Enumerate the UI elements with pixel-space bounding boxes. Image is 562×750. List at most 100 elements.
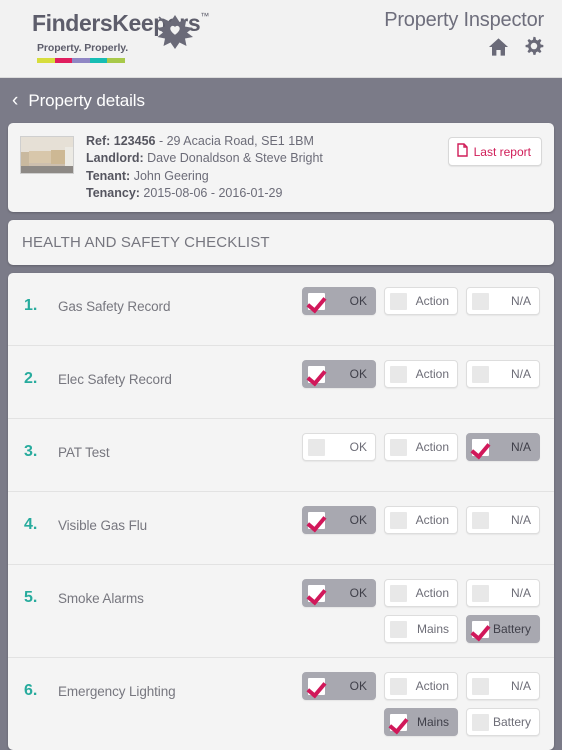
option-button-action[interactable]: Action <box>384 506 458 534</box>
option-button-ok[interactable]: OK <box>302 433 376 461</box>
option-button-n-a[interactable]: N/A <box>466 433 540 461</box>
checkbox-icon <box>390 292 407 310</box>
option-label: Mains <box>416 622 449 636</box>
chevron-left-icon[interactable]: ‹ <box>8 91 22 110</box>
checkmark-icon <box>390 713 407 731</box>
option-button-action[interactable]: Action <box>384 287 458 315</box>
checklist-option-group: OK Action N/A Mains Battery <box>302 579 540 643</box>
secondary-option-row: Mains Battery <box>384 615 540 643</box>
breadcrumb[interactable]: ‹ Property details <box>0 78 562 123</box>
checklist-row: 4. Visible Gas Flu OK Action N/A <box>8 492 554 565</box>
option-label: Action <box>415 367 449 381</box>
option-button-n-a[interactable]: N/A <box>466 579 540 607</box>
checkbox-icon <box>308 438 325 456</box>
option-label: N/A <box>510 367 531 381</box>
checkmark-icon <box>472 438 489 456</box>
app-header: FindersKeepers™ Property. Properly. Prop… <box>0 0 562 78</box>
color-swatch-1 <box>37 58 55 63</box>
flower-logo-icon <box>155 12 195 57</box>
gear-icon[interactable] <box>523 36 544 62</box>
option-label: OK <box>349 440 367 454</box>
checkmark-icon <box>308 584 325 602</box>
option-label: N/A <box>510 679 531 693</box>
checklist-row-number: 1. <box>24 297 38 314</box>
option-button-action[interactable]: Action <box>384 433 458 461</box>
checklist-row: 6. Emergency Lighting OK Action N/A Mains Batt… <box>8 658 554 750</box>
property-details: Ref: 123456 - 29 Acacia Road, SE1 1BM La… <box>86 133 323 202</box>
option-label: OK <box>349 367 367 381</box>
color-swatch-3 <box>72 58 90 63</box>
section-header-card: HEALTH AND SAFETY CHECKLIST <box>8 220 554 265</box>
checklist-option-group: OK Action N/A <box>302 506 540 534</box>
breadcrumb-label[interactable]: Property details <box>28 91 145 111</box>
option-button-action[interactable]: Action <box>384 360 458 388</box>
checklist-row-number: 3. <box>24 443 38 460</box>
option-button-n-a[interactable]: N/A <box>466 360 540 388</box>
checklist-card: 1. Gas Safety Record OK Action N/A 2. Elec Saf… <box>8 273 554 750</box>
option-label: OK <box>349 294 367 308</box>
option-button-mains[interactable]: Mains <box>384 708 458 736</box>
property-tenancy-line: Tenancy: 2015-08-06 - 2016-01-29 <box>86 185 323 202</box>
checklist-row: 2. Elec Safety Record OK Action N/A <box>8 346 554 419</box>
option-button-battery[interactable]: Battery <box>466 615 540 643</box>
option-button-ok[interactable]: OK <box>302 360 376 388</box>
option-button-battery[interactable]: Battery <box>466 708 540 736</box>
last-report-label: Last report <box>473 144 531 159</box>
checklist-row-label: Smoke Alarms <box>58 591 144 606</box>
option-label: Action <box>415 586 449 600</box>
checklist-row: 3. PAT Test OK Action N/A <box>8 419 554 492</box>
property-summary-card: Ref: 123456 - 29 Acacia Road, SE1 1BM La… <box>8 123 554 212</box>
option-button-n-a[interactable]: N/A <box>466 506 540 534</box>
option-button-ok[interactable]: OK <box>302 672 376 700</box>
option-label: Battery <box>492 715 531 729</box>
checkbox-icon <box>472 292 489 310</box>
checkbox-icon <box>472 511 489 529</box>
option-button-ok[interactable]: OK <box>302 579 376 607</box>
checklist-option-group: OK Action N/A <box>302 360 540 388</box>
option-button-ok[interactable]: OK <box>302 506 376 534</box>
checkbox-icon <box>390 438 407 456</box>
primary-option-row: OK Action N/A <box>302 506 540 534</box>
trademark-symbol: ™ <box>200 11 209 21</box>
checkbox-icon <box>390 511 407 529</box>
property-landlord-line: Landlord: Dave Donaldson & Steve Bright <box>86 150 323 167</box>
option-button-n-a[interactable]: N/A <box>466 287 540 315</box>
secondary-option-row: Mains Battery <box>384 708 540 736</box>
tenant-label: Tenant: <box>86 168 131 183</box>
option-label: Action <box>415 513 449 527</box>
checkmark-icon <box>472 620 489 638</box>
checklist-row-number: 6. <box>24 682 38 699</box>
option-button-action[interactable]: Action <box>384 579 458 607</box>
option-label: N/A <box>510 294 531 308</box>
checkbox-icon <box>390 620 407 638</box>
checkbox-icon <box>472 584 489 602</box>
checklist-row-number: 4. <box>24 516 38 533</box>
checklist-row-label: Visible Gas Flu <box>58 518 148 533</box>
primary-option-row: OK Action N/A <box>302 672 540 700</box>
home-icon[interactable] <box>488 37 509 62</box>
color-swatch-2 <box>54 58 73 63</box>
brand-color-bar <box>37 58 125 63</box>
option-label: N/A <box>510 513 531 527</box>
checklist-option-group: OK Action N/A <box>302 287 540 315</box>
option-label: N/A <box>510 440 531 454</box>
section-title: HEALTH AND SAFETY CHECKLIST <box>22 234 270 251</box>
property-ref-line: Ref: 123456 - 29 Acacia Road, SE1 1BM <box>86 133 323 150</box>
option-button-ok[interactable]: OK <box>302 287 376 315</box>
color-swatch-5 <box>107 58 125 63</box>
checkbox-icon <box>472 677 489 695</box>
option-button-mains[interactable]: Mains <box>384 615 458 643</box>
option-label: OK <box>349 679 367 693</box>
primary-option-row: OK Action N/A <box>302 360 540 388</box>
checklist-row: 5. Smoke Alarms OK Action N/A Mains Battery <box>8 565 554 658</box>
color-swatch-4 <box>89 58 108 63</box>
option-label: Action <box>415 679 449 693</box>
property-tenant-line: Tenant: John Geering <box>86 168 323 185</box>
page-title: Property Inspector <box>384 9 544 31</box>
primary-option-row: OK Action N/A <box>302 433 540 461</box>
last-report-button[interactable]: Last report <box>447 137 542 166</box>
option-button-n-a[interactable]: N/A <box>466 672 540 700</box>
option-button-action[interactable]: Action <box>384 672 458 700</box>
option-label: OK <box>349 586 367 600</box>
checkmark-icon <box>308 677 325 695</box>
